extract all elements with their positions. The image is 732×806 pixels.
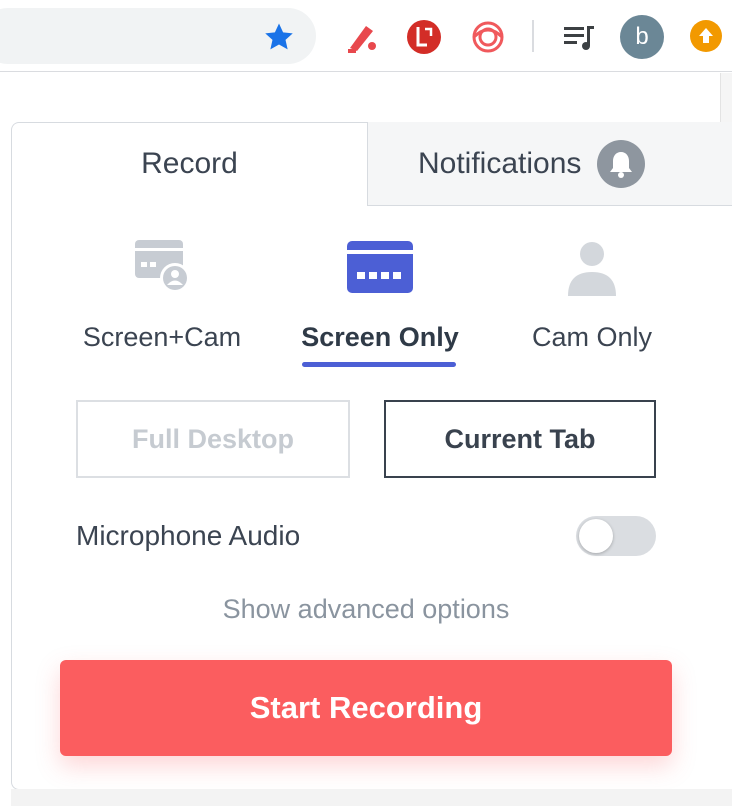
mode-cam-only[interactable]: Cam Only <box>492 236 692 376</box>
bell-icon <box>597 139 646 188</box>
mode-screen-cam-label: Screen+Cam <box>82 322 242 352</box>
microphone-toggle[interactable] <box>576 516 656 556</box>
panel-bottom-edge <box>11 789 732 806</box>
full-desktop-button[interactable]: Full Desktop <box>76 400 350 478</box>
tab-notifications[interactable]: Notifications <box>367 122 732 206</box>
screen-only-icon <box>347 241 413 293</box>
highlighter-extension-icon[interactable] <box>342 18 380 56</box>
swirl-extension-icon[interactable] <box>469 18 507 56</box>
tab-notifications-label: Notifications <box>418 146 582 180</box>
mode-screen-only[interactable]: Screen Only <box>280 236 480 376</box>
start-recording-button[interactable]: Start Recording <box>60 660 672 756</box>
tab-record-label: Record <box>141 147 238 180</box>
mode-screen-only-label: Screen Only <box>301 322 459 352</box>
microphone-audio-label: Microphone Audio <box>76 520 301 551</box>
current-tab-button[interactable]: Current Tab <box>384 400 656 478</box>
profile-avatar[interactable]: b <box>620 15 664 59</box>
bookmark-star-icon[interactable] <box>262 20 296 54</box>
current-tab-label: Current Tab <box>444 423 596 454</box>
mode-screen-cam[interactable]: Screen+Cam <box>62 236 262 376</box>
tab-record[interactable]: Record <box>12 123 367 205</box>
toolbar-divider <box>532 20 534 52</box>
full-desktop-label: Full Desktop <box>131 423 294 454</box>
toggle-knob <box>579 519 613 553</box>
show-advanced-options-link[interactable]: Show advanced options <box>0 594 732 625</box>
screen-cam-icon <box>135 240 190 293</box>
person-icon <box>568 242 616 296</box>
lastpass-extension-icon[interactable] <box>405 18 443 56</box>
update-icon[interactable] <box>690 20 722 52</box>
mode-cam-only-label: Cam Only <box>531 322 653 352</box>
start-recording-label: Start Recording <box>249 690 483 725</box>
browser-toolbar: b <box>0 0 732 72</box>
active-mode-underline <box>302 362 456 367</box>
playlist-icon[interactable] <box>560 18 598 56</box>
